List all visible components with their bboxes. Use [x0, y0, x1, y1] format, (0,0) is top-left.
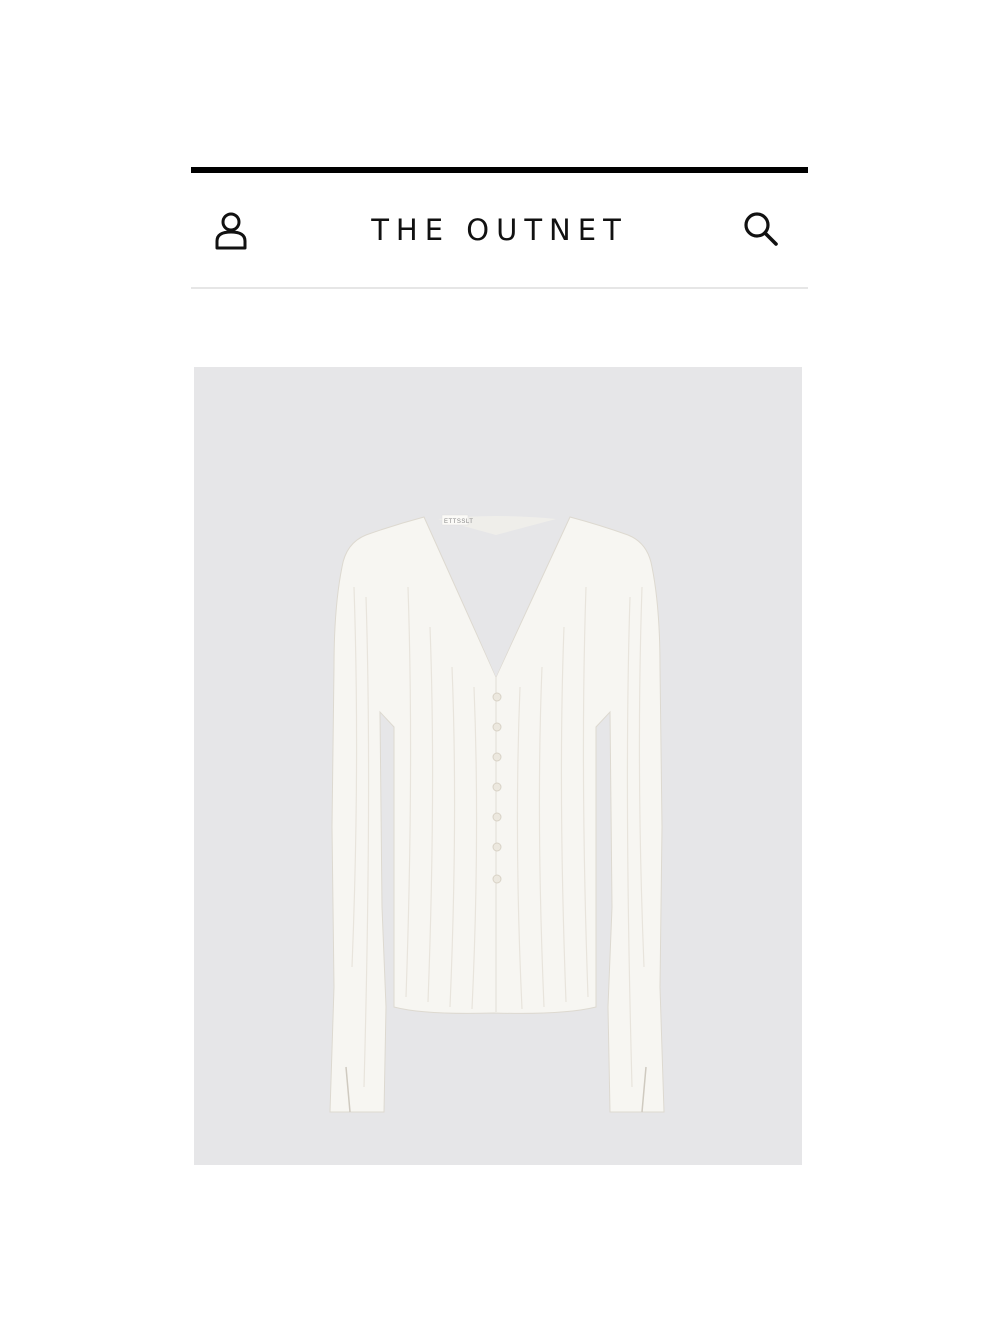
search-icon	[744, 212, 778, 246]
search-button[interactable]	[739, 208, 783, 252]
site-header: THE OUTNET	[191, 173, 808, 287]
cardigan-illustration: ETTSSLT	[329, 511, 665, 1113]
garment-label-text: ETTSSLT	[444, 519, 473, 525]
header-divider	[191, 287, 808, 289]
brand-logo[interactable]: THE OUTNET	[191, 213, 808, 247]
product-image[interactable]: ETTSSLT	[194, 367, 802, 1165]
